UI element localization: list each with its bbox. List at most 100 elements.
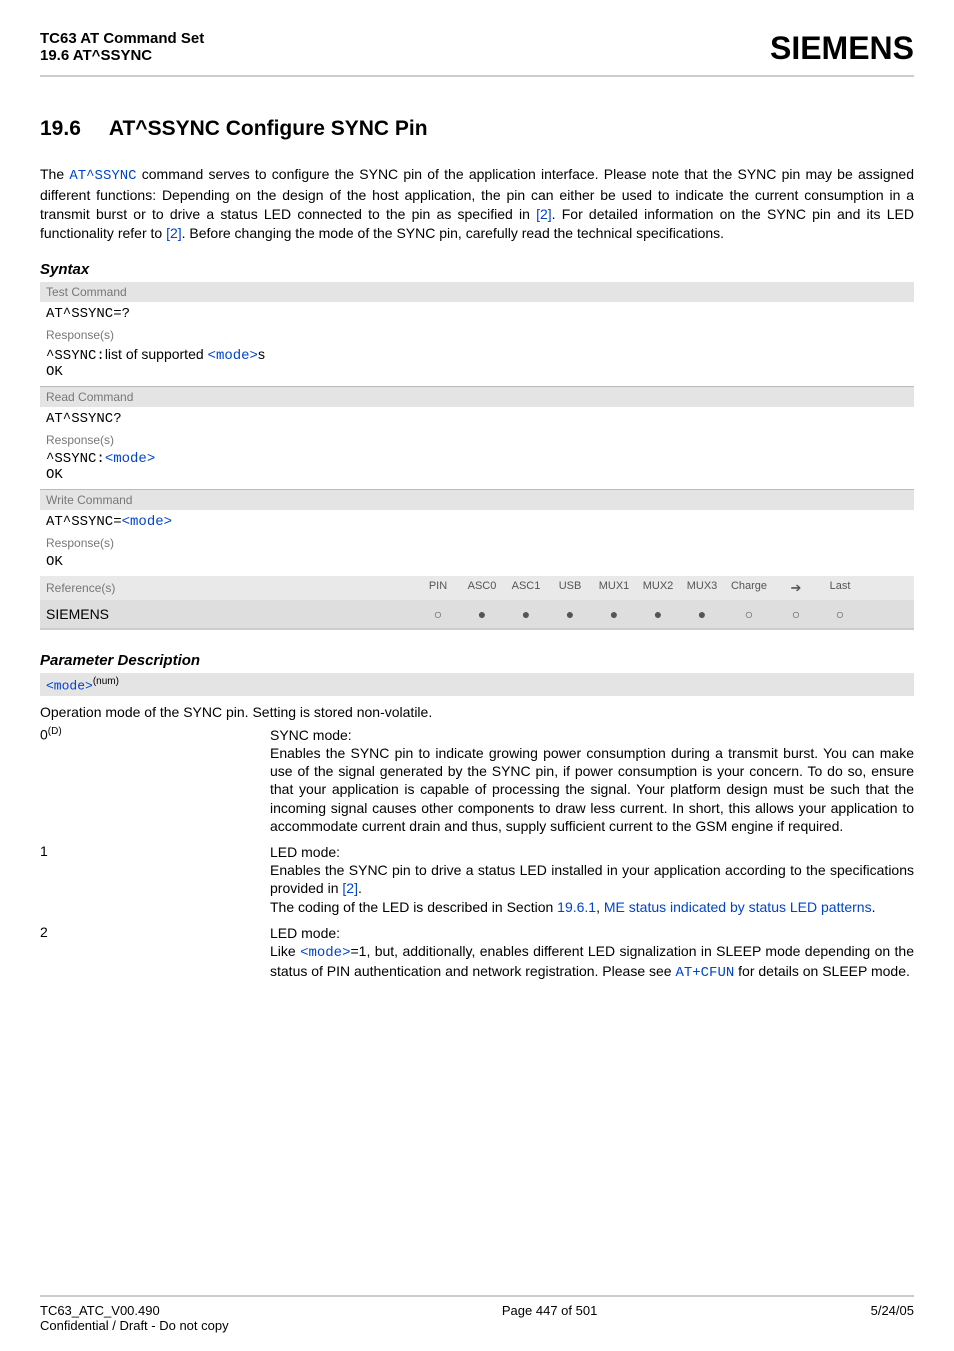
param-desc-0: SYNC mode: Enables the SYNC pin to indic…	[270, 726, 914, 835]
write-command-label: Write Command	[40, 490, 914, 510]
param-row-0: 0(D) SYNC mode: Enables the SYNC pin to …	[40, 726, 914, 835]
dot-usb: ●	[548, 606, 592, 622]
intro-text: The	[40, 166, 69, 182]
param-desc-body: Enables the SYNC pin to indicate growing…	[270, 745, 914, 834]
col-last: Last	[818, 580, 862, 596]
footer-center: Page 447 of 501	[502, 1303, 597, 1333]
page-header: TC63 AT Command Set 19.6 AT^SSYNC SIEMEN…	[40, 30, 914, 77]
section-heading: 19.6AT^SSYNC Configure SYNC Pin	[40, 117, 914, 141]
param-row-2: 2 LED mode: Like <mode>=1, but, addition…	[40, 924, 914, 983]
mode-param-link[interactable]: <mode>	[208, 348, 258, 364]
param-default-sup: (D)	[48, 726, 62, 737]
ref-link-1[interactable]: [2]	[536, 206, 552, 222]
dot-mux1: ●	[592, 606, 636, 622]
test-command-label: Test Command	[40, 282, 914, 302]
test-command-code: AT^SSYNC=?	[40, 302, 914, 326]
reference-source: SIEMENS	[46, 606, 416, 622]
dot-air: ○	[774, 606, 818, 622]
write-command-code: AT^SSYNC=<mode>	[40, 510, 914, 534]
availability-dots: ○ ● ● ● ● ● ● ○ ○ ○	[416, 606, 862, 622]
read-command-code: AT^SSYNC?	[40, 407, 914, 431]
syntax-heading: Syntax	[40, 261, 914, 278]
col-pin: PIN	[416, 580, 460, 596]
param-desc-text: Enables the SYNC pin to drive a status L…	[270, 862, 914, 896]
col-mux3: MUX3	[680, 580, 724, 596]
read-response: ^SSYNC:<mode> OK	[40, 449, 914, 490]
cmd-link-atssync[interactable]: AT^SSYNC	[69, 168, 136, 184]
param-row-1: 1 LED mode: Enables the SYNC pin to driv…	[40, 843, 914, 916]
param-value-0: 0(D)	[40, 726, 270, 835]
col-mux2: MUX2	[636, 580, 680, 596]
ref-link[interactable]: [2]	[342, 880, 358, 896]
reference-label: Reference(s)	[46, 581, 416, 595]
airplane-icon: ➔	[774, 580, 818, 596]
mode-param-link[interactable]: <mode>	[105, 451, 155, 467]
dot-last: ○	[818, 606, 862, 622]
parameter-description-heading: Parameter Description	[40, 652, 914, 669]
col-mux1: MUX1	[592, 580, 636, 596]
param-desc-2: LED mode: Like <mode>=1, but, additional…	[270, 924, 914, 983]
test-response: ^SSYNC:list of supported <mode>s OK	[40, 344, 914, 387]
brand-logo: SIEMENS	[770, 30, 914, 67]
param-desc-text: for details on SLEEP mode.	[734, 963, 910, 979]
param-value-1: 1	[40, 843, 270, 916]
dot-pin: ○	[416, 606, 460, 622]
mode-param-name[interactable]: <mode>	[46, 678, 93, 693]
param-desc-text: ,	[596, 899, 604, 915]
mode-param-link[interactable]: <mode>	[300, 945, 350, 961]
response-label: Response(s)	[40, 326, 914, 344]
param-desc-title: LED mode:	[270, 925, 340, 941]
col-asc0: ASC0	[460, 580, 504, 596]
dot-mux2: ●	[636, 606, 680, 622]
section-link[interactable]: 19.6.1	[557, 899, 596, 915]
dot-mux3: ●	[680, 606, 724, 622]
response-label: Response(s)	[40, 534, 914, 552]
availability-columns: PIN ASC0 ASC1 USB MUX1 MUX2 MUX3 Charge …	[416, 580, 862, 596]
param-desc-text: Like	[270, 943, 300, 959]
resp-prefix: ^SSYNC:	[46, 451, 105, 467]
atcfun-link[interactable]: AT+CFUN	[675, 965, 734, 981]
dot-asc0: ●	[460, 606, 504, 622]
header-left: TC63 AT Command Set 19.6 AT^SSYNC	[40, 30, 204, 64]
col-charge: Charge	[724, 580, 774, 596]
param-desc-text: .	[872, 899, 876, 915]
param-desc-title: SYNC mode:	[270, 727, 352, 743]
resp-prefix: ^SSYNC:	[46, 348, 105, 364]
section-title-text: AT^SSYNC Configure SYNC Pin	[109, 117, 428, 140]
dot-asc1: ●	[504, 606, 548, 622]
reference-value-row: SIEMENS ○ ● ● ● ● ● ● ○ ○ ○	[40, 600, 914, 630]
doc-version: TC63_ATC_V00.490	[40, 1303, 160, 1318]
write-cmd-prefix: AT^SSYNC=	[46, 514, 122, 530]
syntax-block: Test Command AT^SSYNC=? Response(s) ^SSY…	[40, 282, 914, 630]
mode-param-type: (num)	[93, 676, 119, 687]
intro-text: . Before changing the mode of the SYNC p…	[182, 225, 724, 241]
param-note: Operation mode of the SYNC pin. Setting …	[40, 704, 914, 720]
param-desc-text: The coding of the LED is described in Se…	[270, 899, 557, 915]
confidentiality-notice: Confidential / Draft - Do not copy	[40, 1318, 229, 1333]
param-key-text: 0	[40, 727, 48, 743]
intro-paragraph: The AT^SSYNC command serves to configure…	[40, 165, 914, 243]
param-value-2: 2	[40, 924, 270, 983]
param-table: 0(D) SYNC mode: Enables the SYNC pin to …	[40, 726, 914, 982]
ok-text: OK	[46, 364, 63, 380]
ref-link-2[interactable]: [2]	[166, 225, 182, 241]
status-led-link[interactable]: ME status indicated by status LED patter…	[604, 899, 872, 915]
dot-charge: ○	[724, 606, 774, 622]
mode-param-link[interactable]: <mode>	[122, 514, 172, 530]
footer-right: 5/24/05	[871, 1303, 914, 1333]
response-label: Response(s)	[40, 431, 914, 449]
col-usb: USB	[548, 580, 592, 596]
read-command-label: Read Command	[40, 387, 914, 407]
mode-param-bar: <mode>(num)	[40, 673, 914, 696]
ok-text: OK	[46, 467, 63, 483]
param-desc-title: LED mode:	[270, 844, 340, 860]
doc-subtitle: 19.6 AT^SSYNC	[40, 47, 204, 64]
param-desc-1: LED mode: Enables the SYNC pin to drive …	[270, 843, 914, 916]
page-footer: TC63_ATC_V00.490 Confidential / Draft - …	[40, 1295, 914, 1333]
ok-text: OK	[46, 554, 63, 570]
resp-text: list of supported	[105, 346, 208, 362]
doc-title: TC63 AT Command Set	[40, 30, 204, 47]
reference-header-row: Reference(s) PIN ASC0 ASC1 USB MUX1 MUX2…	[40, 576, 914, 600]
resp-suffix: s	[258, 346, 265, 362]
footer-left: TC63_ATC_V00.490 Confidential / Draft - …	[40, 1303, 229, 1333]
